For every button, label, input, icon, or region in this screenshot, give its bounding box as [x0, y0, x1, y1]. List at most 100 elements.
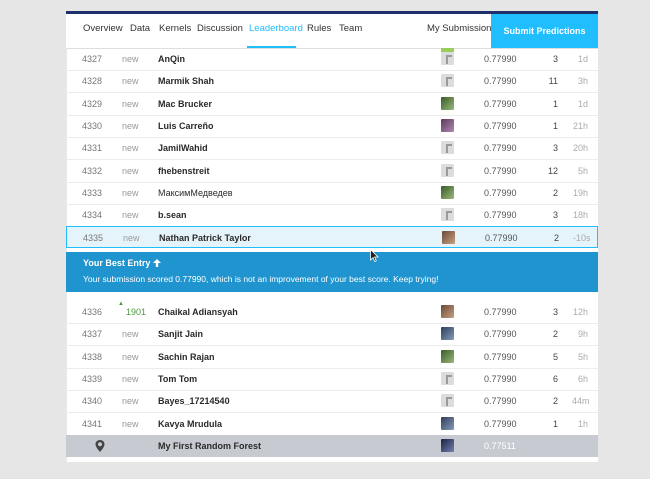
score-cell: 0.77990 — [484, 187, 517, 198]
table-row[interactable]: 4334 new b.sean 0.77990 3 18h — [66, 204, 598, 228]
avatar[interactable] — [441, 208, 454, 222]
avatar[interactable] — [441, 327, 454, 341]
best-entry-message: Your submission scored 0.77990, which is… — [83, 274, 439, 284]
last-submission-cell: 1h — [577, 418, 588, 429]
tab-overview[interactable]: Overview — [83, 23, 123, 34]
table-row[interactable]: 4331 new JamilWahid 0.77990 3 20h — [66, 137, 598, 161]
rank-cell: 4337 — [82, 329, 103, 340]
my-latest-entry-row[interactable]: 4335 new Nathan Patrick Taylor 0.77990 2 -10s — [66, 226, 598, 249]
location-pin-icon — [95, 440, 105, 452]
change-cell: new — [122, 76, 139, 87]
table-row[interactable]: 4330 new Luis Carreño 0.77990 1 21h — [66, 115, 598, 138]
avatar[interactable] — [441, 305, 454, 318]
table-row[interactable]: 4338 new Sachin Rajan 0.77990 5 5h — [66, 346, 598, 369]
table-row[interactable]: 4341 new Kavya Mrudula 0.77990 1 1h — [66, 413, 598, 436]
team-name-link[interactable]: Sanjit Jain — [158, 329, 203, 339]
last-submission-cell: 44m — [572, 396, 590, 407]
entries-cell: 2 — [552, 329, 558, 340]
team-name-link[interactable]: fhebenstreit — [158, 166, 210, 176]
team-name-link[interactable]: МаксимМедведев — [158, 188, 233, 198]
entries-cell: 6 — [552, 373, 558, 384]
score-cell: 0.77990 — [484, 351, 517, 362]
tab-data[interactable]: Data — [130, 23, 150, 34]
rank-cell: 4331 — [82, 143, 103, 154]
avatar[interactable] — [441, 118, 454, 132]
submit-predictions-button[interactable]: Submit Predictions — [491, 14, 598, 48]
team-name-link[interactable]: Nathan Patrick Taylor — [159, 233, 251, 243]
table-row[interactable]: 4336 ▲ 1901 Chaikal Adiansyah 0.77990 3 12h — [66, 301, 598, 324]
rank-cell: 4339 — [82, 373, 103, 384]
competition-nav: Overview Data Kernels Discussion Leaderb… — [66, 14, 598, 49]
avatar[interactable] — [441, 74, 454, 88]
last-submission-cell: 1d — [577, 54, 588, 64]
team-name-link[interactable]: AnQin — [158, 54, 185, 64]
rank-cell: 4335 — [83, 233, 104, 244]
change-cell: new — [122, 373, 139, 384]
change-cell: new — [122, 143, 139, 154]
team-name-link[interactable]: b.sean — [158, 210, 187, 220]
avatar[interactable] — [441, 185, 454, 199]
my-submissions-link[interactable]: My Submissions — [427, 23, 496, 34]
table-row[interactable]: 4328 new Marmik Shah 0.77990 11 3h — [66, 70, 598, 94]
table-row[interactable]: 4329 new Mac Brucker 0.77990 1 1d — [66, 93, 598, 116]
change-cell: new — [122, 165, 139, 176]
team-name-link[interactable]: Sachin Rajan — [158, 352, 215, 362]
entries-cell: 1 — [552, 418, 558, 429]
team-name-link[interactable]: JamilWahid — [158, 143, 208, 153]
tab-discussion[interactable]: Discussion — [197, 23, 243, 34]
change-cell: new — [123, 233, 140, 244]
arrow-up-icon — [152, 259, 161, 267]
score-cell: 0.77990 — [484, 143, 517, 154]
score-cell: 0.77990 — [484, 76, 517, 87]
tab-kernels[interactable]: Kernels — [159, 23, 191, 34]
score-cell: 0.77990 — [484, 210, 517, 221]
table-row[interactable]: 4339 new Tom Tom 0.77990 6 6h — [66, 368, 598, 391]
rank-cell: 4340 — [82, 396, 103, 407]
tab-leaderboard[interactable]: Leaderboard — [249, 23, 303, 34]
change-cell: new — [122, 329, 139, 340]
avatar[interactable] — [441, 416, 454, 430]
rank-cell: 4327 — [82, 54, 103, 64]
team-name-link[interactable]: Mac Brucker — [158, 99, 212, 109]
my-team-row[interactable]: My First Random Forest 0.77511 — [66, 435, 598, 457]
table-row[interactable]: 4332 new fhebenstreit 0.77990 12 5h — [66, 160, 598, 183]
tab-rules[interactable]: Rules — [307, 23, 331, 34]
avatar[interactable] — [441, 371, 454, 385]
tab-team[interactable]: Team — [339, 23, 362, 34]
change-value: 1901 — [126, 307, 147, 317]
table-row[interactable]: 4333 new МаксимМедведев 0.77990 2 19h — [66, 182, 598, 205]
last-submission-cell: 5h — [577, 165, 588, 176]
table-row[interactable]: 4340 new Bayes_17214540 0.77990 2 44m — [66, 390, 598, 414]
change-cell: new — [122, 210, 139, 221]
rank-cell: 4334 — [82, 210, 103, 221]
team-name-link[interactable]: Marmik Shah — [158, 76, 214, 86]
team-name-link[interactable]: Kavya Mrudula — [158, 419, 222, 429]
avatar[interactable] — [441, 96, 454, 110]
team-name-link[interactable]: Tom Tom — [158, 374, 197, 384]
avatar[interactable] — [441, 141, 454, 155]
table-row[interactable]: 4327 new AnQin 0.77990 3 1d — [66, 48, 598, 71]
avatar[interactable] — [441, 163, 454, 177]
entries-cell: 2 — [552, 396, 558, 407]
score-cell: 0.77990 — [484, 120, 517, 131]
avatar[interactable] — [441, 394, 454, 408]
rank-cell: 4330 — [82, 120, 103, 131]
entries-cell: 3 — [552, 210, 558, 221]
change-cell: new — [122, 418, 139, 429]
change-cell: new — [122, 54, 139, 64]
change-cell: new — [122, 187, 139, 198]
team-name-link[interactable]: Chaikal Adiansyah — [158, 307, 238, 317]
avatar[interactable] — [442, 231, 455, 245]
team-name-link[interactable]: Luis Carreño — [158, 121, 214, 131]
avatar[interactable] — [441, 52, 454, 65]
change-cell: new — [122, 396, 139, 407]
my-score: 0.77511 — [484, 441, 516, 451]
table-row[interactable]: 4337 new Sanjit Jain 0.77990 2 9h — [66, 323, 598, 347]
avatar[interactable] — [441, 349, 454, 363]
team-name-link[interactable]: Bayes_17214540 — [158, 396, 230, 406]
change-cell: new — [122, 351, 139, 362]
entries-cell: 3 — [552, 143, 558, 154]
score-cell: 0.77990 — [484, 98, 517, 109]
last-submission-cell: 12h — [572, 307, 588, 317]
entries-cell: 2 — [553, 233, 559, 244]
